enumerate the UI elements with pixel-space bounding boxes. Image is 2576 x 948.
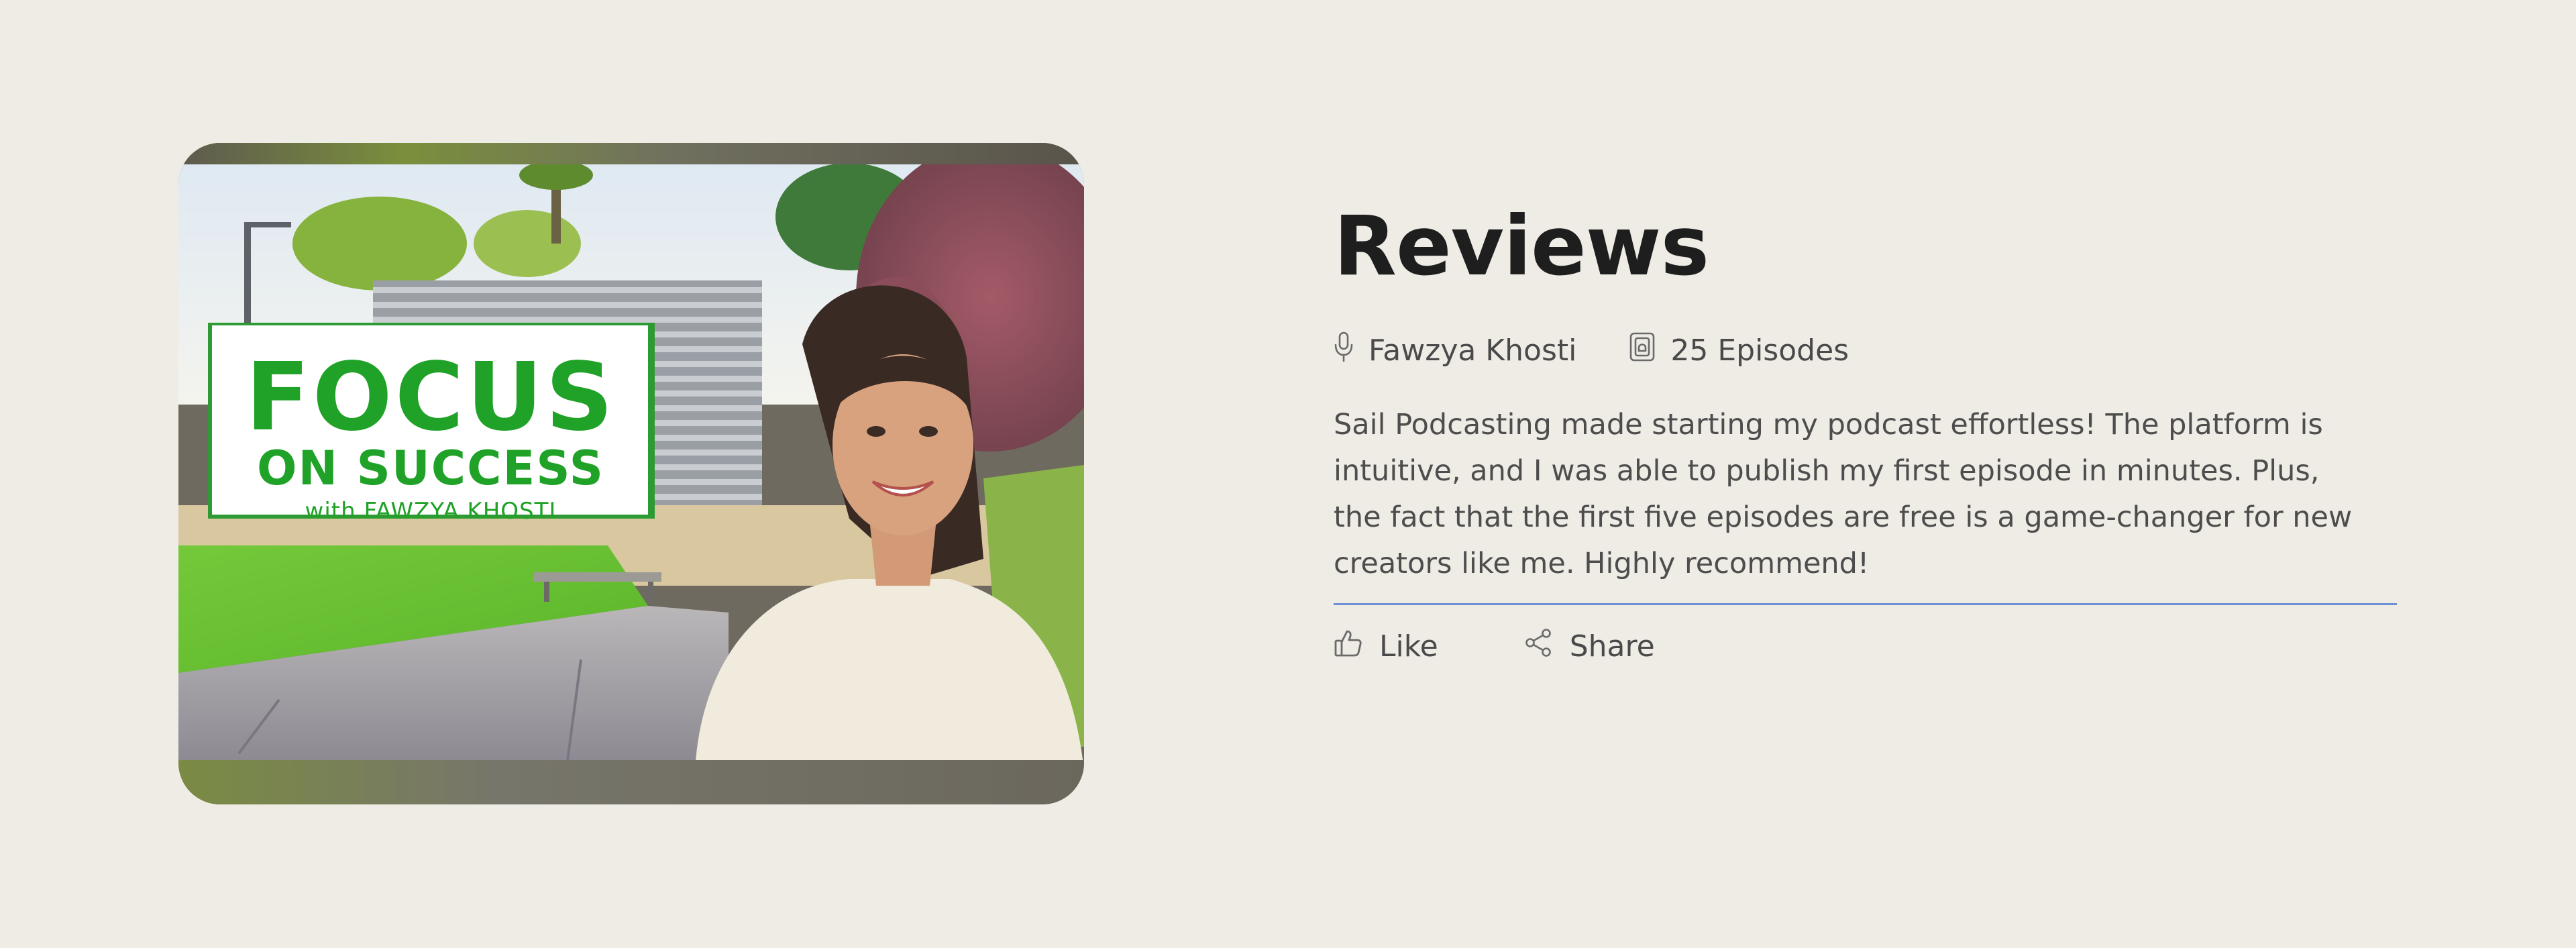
episodes-meta: 25 Episodes [1629, 331, 1849, 370]
like-button[interactable]: Like [1334, 628, 1438, 665]
thumbs-up-icon [1334, 628, 1379, 665]
share-button[interactable]: Share [1524, 628, 1655, 665]
share-icon [1524, 628, 1570, 665]
review-actions: Like Share [1334, 628, 2397, 665]
sign-host: with FAWZYA KHOSTI [305, 498, 557, 525]
episodes-icon [1629, 331, 1670, 370]
review-text: Sail Podcasting made starting my podcast… [1334, 408, 2353, 581]
sign-subtitle: ON SUCCESS [257, 441, 604, 496]
share-label: Share [1569, 629, 1655, 664]
review-meta: Fawzya Khosti 25 Episodes [1334, 331, 2397, 370]
divider [1334, 603, 2397, 606]
microphone-icon [1334, 331, 1368, 370]
author-name: Fawzya Khosti [1368, 333, 1577, 368]
episodes-count: 25 Episodes [1670, 333, 1849, 368]
sign-title: FOCUS [246, 343, 616, 452]
review-content: Reviews Fawzya Khosti 25 Episodes Sail P… [1334, 201, 2397, 665]
podcast-cover-image: FOCUS ON SUCCESS with FAWZYA KHOSTI [178, 143, 1084, 804]
section-title: Reviews [1334, 199, 1709, 294]
like-label: Like [1379, 629, 1438, 664]
sign-text: FOCUS ON SUCCESS with FAWZYA KHOSTI [209, 324, 652, 532]
author-meta: Fawzya Khosti [1334, 331, 1576, 370]
review-section: FOCUS ON SUCCESS with FAWZYA KHOSTI Revi… [0, 0, 2576, 948]
